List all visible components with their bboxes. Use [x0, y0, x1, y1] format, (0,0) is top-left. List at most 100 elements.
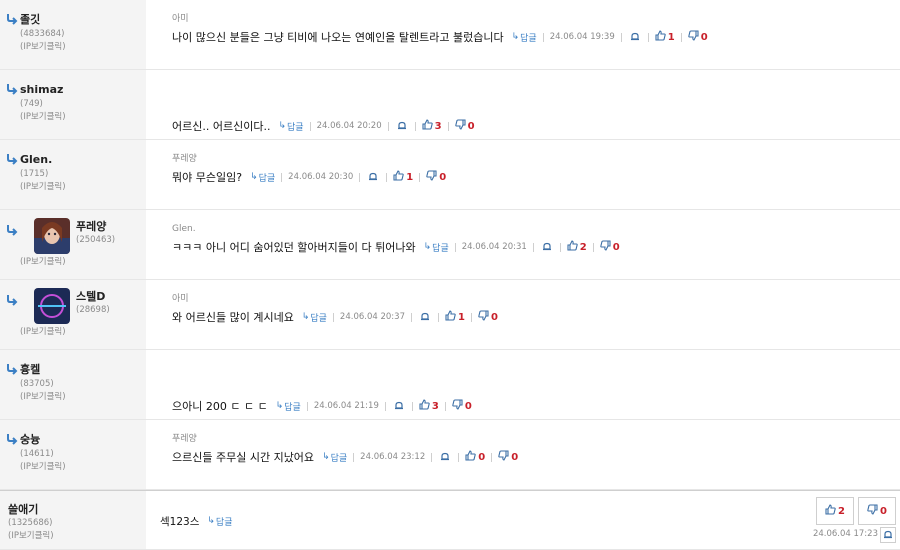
comment-body: 섹123스 ↳ 답글 2 0 24.06.04 17:23	[146, 491, 900, 549]
reply-button[interactable]: ↳ 답글	[424, 241, 449, 254]
reply-target: Glen.	[172, 224, 196, 234]
comment-date: 24.06.04 19:39	[549, 32, 615, 42]
reply-arrow-icon: ↳	[322, 452, 330, 462]
reply-arrow-icon	[6, 363, 18, 375]
comment-body: 푸레양 뭐야 무슨일임? ↳ 답글 24.06.04 20:30 1 0	[146, 140, 900, 209]
reply-arrow-icon	[6, 13, 18, 25]
downvote-count: 0	[612, 241, 620, 253]
reply-button[interactable]: ↳ 답글	[302, 311, 327, 324]
ip-view-link[interactable]: (IP보기클릭)	[6, 256, 66, 269]
divider	[542, 32, 544, 42]
upvote-button[interactable]: 0	[465, 450, 485, 464]
downvote-button[interactable]: 0	[600, 240, 620, 254]
reply-button[interactable]: ↳ 답글	[250, 171, 275, 184]
ip-view-link[interactable]: (IP보기클릭)	[6, 181, 140, 194]
report-bell-icon[interactable]	[420, 312, 430, 322]
report-bell-icon[interactable]	[630, 32, 640, 42]
reply-button[interactable]: ↳ 답글	[322, 451, 347, 464]
author-nickname[interactable]: 스텔D	[76, 290, 110, 304]
ip-view-link[interactable]: (IP보기클릭)	[6, 41, 140, 54]
upvote-button[interactable]: 2	[816, 497, 854, 525]
divider	[386, 172, 388, 182]
author-number: (1325686)	[8, 518, 53, 528]
divider	[359, 172, 361, 182]
comment-author: Glen. (1715) (IP보기클릭)	[0, 140, 146, 209]
author-number: (250463)	[76, 235, 116, 245]
upvote-button[interactable]: 2	[567, 240, 587, 254]
author-nickname[interactable]: 푸레양	[76, 220, 115, 234]
reply-arrow-icon: ↳	[511, 32, 520, 42]
comment-line: 어르신.. 어르신이다.. ↳ 답글 24.06.04 20:20 3 0	[172, 118, 900, 134]
comment-row: Glen. (1715) (IP보기클릭) 푸레양 뭐야 무슨일임? ↳ 답글 24.06.0…	[0, 140, 900, 210]
downvote-button[interactable]: 0	[858, 497, 896, 525]
avatar[interactable]	[34, 288, 70, 324]
author-nickname[interactable]: Glen.	[20, 153, 52, 166]
reply-arrow-icon	[6, 83, 18, 95]
divider	[353, 452, 355, 462]
upvote-count: 1	[667, 31, 675, 43]
upvote-button[interactable]: 3	[422, 119, 442, 133]
divider	[647, 32, 649, 42]
author-nickname[interactable]: shimaz	[20, 83, 63, 96]
downvote-button[interactable]: 0	[454, 119, 475, 133]
upvote-count: 3	[434, 120, 442, 132]
reply-button[interactable]: ↳ 답글	[278, 120, 303, 133]
ip-view-link[interactable]: (IP보기클릭)	[6, 326, 66, 339]
author-nickname[interactable]: 졸깃	[20, 11, 40, 27]
comment-text: 섹123스	[160, 515, 200, 528]
reply-button[interactable]: ↳ 답글	[207, 515, 232, 528]
comment-list: 졸깃 (4833684) (IP보기클릭) 아미 나이 많으신 분들은 그냥 티비에 나…	[0, 0, 900, 550]
upvote-button[interactable]: 1	[445, 310, 465, 324]
reply-arrow-icon: ↳	[275, 401, 284, 411]
upvote-count: 1	[457, 311, 465, 323]
report-bell-icon[interactable]	[880, 527, 896, 543]
comment-row: 스텔D (28698) (IP보기클릭) 아미 와 어르신들 많이 계시네요 ↳ 답글 24.…	[0, 280, 900, 350]
report-bell-icon[interactable]	[397, 121, 407, 131]
ip-view-link[interactable]: (IP보기클릭)	[6, 111, 140, 124]
upvote-button[interactable]: 1	[655, 30, 675, 44]
comment-row: shimaz (749) (IP보기클릭) 어르신.. 어르신이다.. ↳ 답글 24.06…	[0, 70, 900, 140]
ip-view-link[interactable]: (IP보기클릭)	[6, 391, 140, 404]
downvote-button[interactable]: 0	[426, 170, 446, 184]
reply-arrow-icon	[6, 224, 18, 236]
downvote-count: 0	[467, 120, 475, 132]
report-bell-icon[interactable]	[440, 452, 450, 462]
divider	[281, 172, 283, 182]
comment-author: shimaz (749) (IP보기클릭)	[0, 70, 146, 139]
report-bell-icon[interactable]	[542, 242, 552, 252]
comment-text: 으아니 200 ㄷ ㄷ ㄷ	[172, 400, 268, 413]
downvote-button[interactable]: 0	[688, 30, 708, 44]
upvote-button[interactable]: 1	[393, 170, 413, 184]
author-header: 푸레양 (250463)	[6, 218, 140, 254]
thumbs-down-icon	[426, 170, 439, 184]
reply-button[interactable]: ↳ 답글	[512, 31, 537, 44]
divider	[559, 242, 561, 252]
divider	[306, 401, 308, 411]
reply-arrow-icon	[6, 294, 18, 306]
comment-date: 24.06.04 20:30	[288, 172, 354, 182]
author-nickname[interactable]: 쓸애기	[8, 503, 38, 516]
comment-author: 흉켈 (83705) (IP보기클릭)	[0, 350, 146, 419]
reply-target: 푸레양	[172, 154, 197, 164]
report-bell-icon[interactable]	[394, 401, 404, 411]
ip-view-link[interactable]: (IP보기클릭)	[8, 530, 140, 543]
report-bell-icon[interactable]	[368, 172, 378, 182]
reply-label: 답글	[284, 402, 301, 413]
comment-author: 스텔D (28698) (IP보기클릭)	[0, 280, 146, 349]
downvote-button[interactable]: 0	[478, 310, 498, 324]
ip-view-link[interactable]: (IP보기클릭)	[6, 461, 140, 474]
downvote-button[interactable]: 0	[498, 450, 518, 464]
reply-arrow-icon	[6, 153, 18, 165]
author-meta: 푸레양 (250463)	[76, 220, 115, 247]
reply-target: 아미	[172, 14, 189, 24]
upvote-button[interactable]: 3	[419, 399, 439, 413]
downvote-count: 0	[439, 171, 447, 183]
reply-button[interactable]: ↳ 답글	[276, 400, 301, 413]
author-nickname[interactable]: 흉켈	[20, 361, 40, 377]
vote-box: 20	[816, 497, 896, 525]
comment-text: ㅋㅋㅋ 아니 어디 숨어있던 할아버지들이 다 튀어나와	[172, 241, 416, 254]
avatar[interactable]	[34, 218, 70, 254]
author-number: (14611)	[20, 449, 54, 459]
downvote-button[interactable]: 0	[452, 399, 472, 413]
author-nickname[interactable]: 숭늉	[20, 431, 40, 447]
